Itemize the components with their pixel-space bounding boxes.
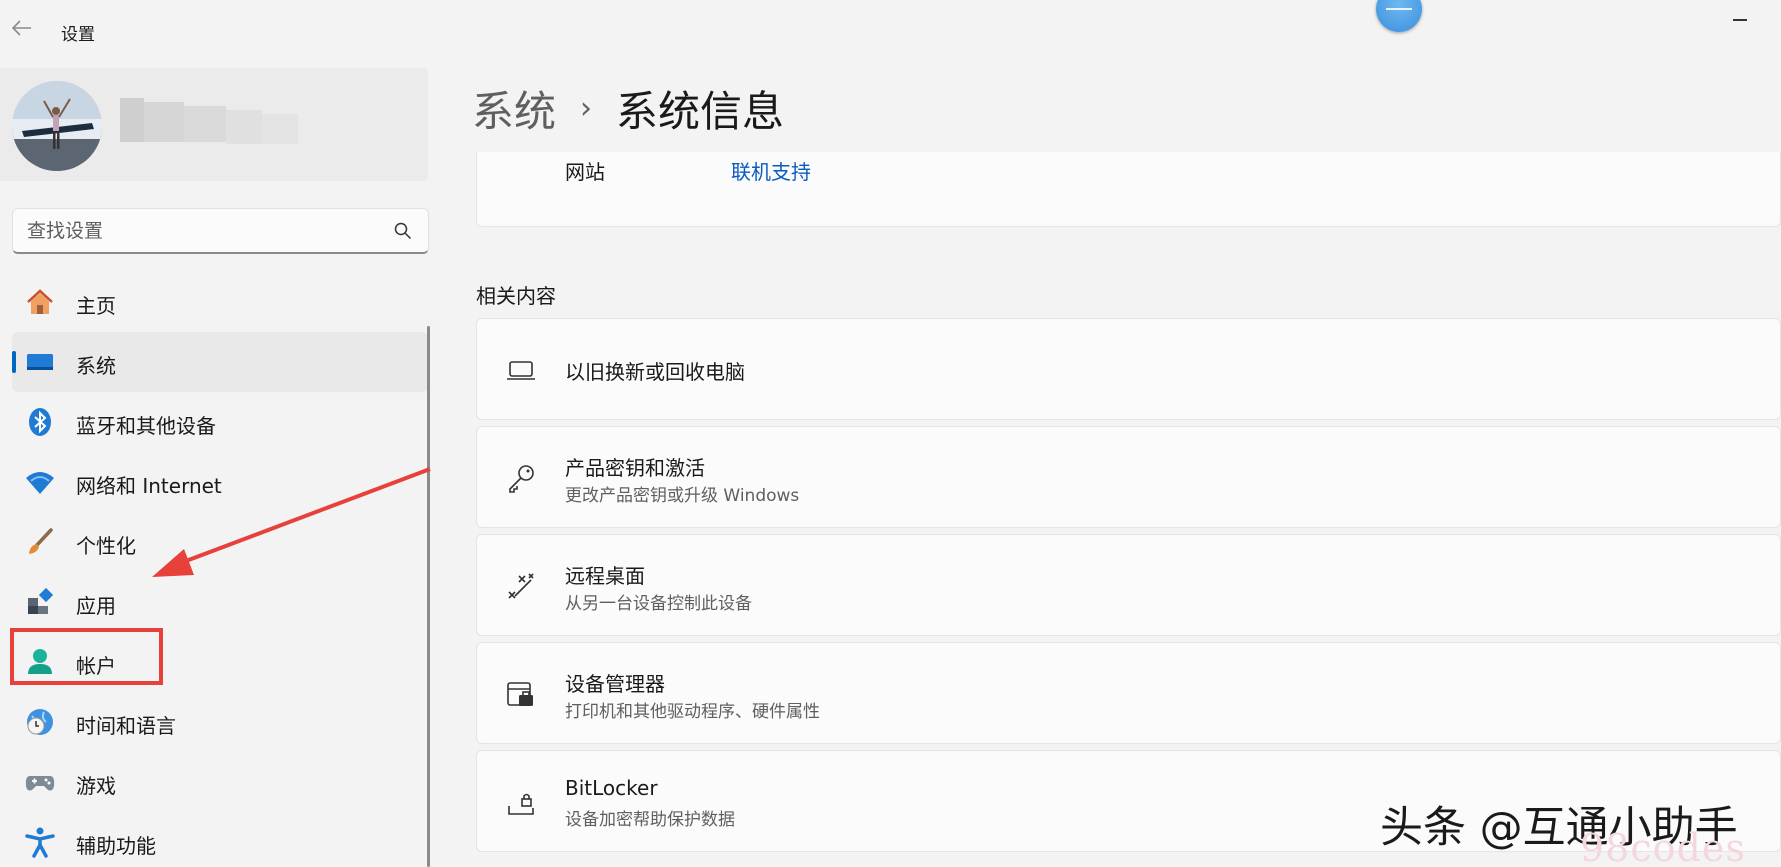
- related-item-title: BitLocker: [565, 776, 658, 800]
- key-icon: [503, 460, 539, 496]
- arrow-left-icon: [12, 20, 31, 36]
- sidebar-item-bluetooth[interactable]: 蓝牙和其他设备: [12, 392, 428, 452]
- online-support-link[interactable]: 联机支持: [731, 156, 811, 185]
- floating-orb-icon[interactable]: [1376, 0, 1422, 32]
- active-indicator: [12, 351, 16, 373]
- back-button[interactable]: [8, 14, 36, 42]
- sidebar-item-home[interactable]: 主页: [12, 272, 428, 332]
- related-item-subtitle: 打印机和其他驱动程序、硬件属性: [565, 702, 820, 722]
- annotation-arrow-icon: [152, 467, 431, 577]
- sidebar-item-label: 时间和语言: [76, 714, 176, 738]
- account-name-blurred: [120, 98, 300, 158]
- sidebar-item-accessibility[interactable]: 辅助功能: [12, 812, 428, 867]
- avatar[interactable]: [12, 81, 102, 171]
- search-icon[interactable]: [394, 222, 412, 240]
- sidebar-item-label: 主页: [76, 294, 116, 318]
- related-item-title: 设备管理器: [565, 672, 665, 696]
- sidebar-item-label: 辅助功能: [76, 834, 156, 858]
- time-language-icon: [24, 706, 56, 738]
- bluetooth-icon: [24, 406, 56, 438]
- app-title: 设置: [61, 25, 95, 45]
- sidebar-item-label: 系统: [76, 354, 116, 378]
- sidebar-item-label: 个性化: [76, 534, 136, 558]
- related-item-trade-in[interactable]: 以旧换新或回收电脑: [476, 318, 1781, 420]
- gamepad-icon: [24, 766, 56, 798]
- sidebar-item-label: 游戏: [76, 774, 116, 798]
- related-item-subtitle: 设备加密帮助保护数据: [565, 810, 735, 830]
- related-item-subtitle: 更改产品密钥或升级 Windows: [565, 486, 800, 506]
- brush-icon: [24, 526, 56, 558]
- laptop-icon: [503, 352, 539, 388]
- profile-card[interactable]: [0, 68, 428, 181]
- apps-icon: [24, 586, 56, 618]
- related-item-remote-desktop[interactable]: 远程桌面 从另一台设备控制此设备: [476, 534, 1781, 636]
- sidebar-item-system[interactable]: 系统: [12, 332, 428, 392]
- related-item-title: 以旧换新或回收电脑: [565, 360, 745, 384]
- related-item-title: 远程桌面: [565, 564, 645, 588]
- page-title: 系统信息: [616, 86, 785, 136]
- related-item-device-manager[interactable]: 设备管理器 打印机和其他驱动程序、硬件属性: [476, 642, 1781, 744]
- sidebar-item-gaming[interactable]: 游戏: [12, 752, 428, 812]
- accessibility-icon: [24, 826, 56, 858]
- minimize-icon: [1733, 19, 1747, 21]
- avatar-photo: [12, 81, 102, 171]
- remote-desktop-icon: [503, 568, 539, 604]
- search-box[interactable]: [12, 208, 429, 254]
- watermark-site: 98codes: [1580, 826, 1746, 867]
- annotation-highlight-box: [10, 628, 163, 685]
- related-item-title: 产品密钥和激活: [565, 456, 705, 480]
- related-item-subtitle: 从另一台设备控制此设备: [565, 594, 752, 614]
- home-icon: [24, 286, 56, 318]
- related-item-product-key[interactable]: 产品密钥和激活 更改产品密钥或升级 Windows: [476, 426, 1781, 528]
- device-manager-icon: [503, 676, 539, 712]
- sidebar-scrollbar[interactable]: [427, 326, 430, 867]
- related-section-title: 相关内容: [476, 284, 556, 308]
- sidebar-item-time-language[interactable]: 时间和语言: [12, 692, 428, 752]
- related-list: 以旧换新或回收电脑 产品密钥和激活 更改产品密钥或升级 Windows 远程桌面…: [476, 318, 1781, 858]
- system-icon: [24, 346, 56, 378]
- spec-key-website: 网站: [565, 160, 605, 184]
- device-spec-card: 网站 联机支持: [476, 152, 1781, 227]
- breadcrumb-separator: ›: [580, 90, 593, 126]
- search-input[interactable]: [27, 218, 367, 244]
- title-bar: 设置: [0, 0, 1781, 60]
- minimize-button[interactable]: [1720, 8, 1760, 32]
- wifi-icon: [24, 466, 56, 498]
- breadcrumb: 系统 › 系统信息: [472, 78, 784, 138]
- sidebar-item-label: 蓝牙和其他设备: [76, 414, 216, 438]
- lock-icon: [503, 784, 539, 820]
- breadcrumb-parent[interactable]: 系统: [472, 78, 556, 139]
- sidebar-item-label: 应用: [76, 594, 116, 618]
